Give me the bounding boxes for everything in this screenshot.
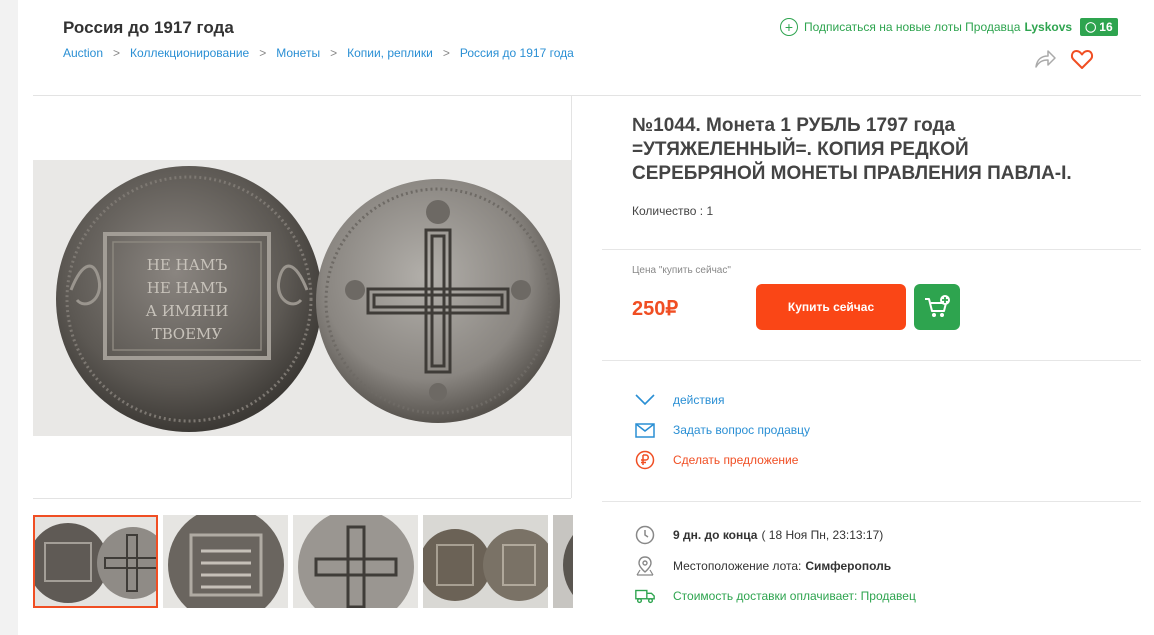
- seller-rating: 16: [1099, 20, 1113, 34]
- ask-seller-link[interactable]: Задать вопрос продавцу: [634, 420, 810, 440]
- divider: [33, 498, 571, 499]
- price-label: Цена "купить сейчас": [632, 265, 731, 276]
- location-value: Симферополь: [805, 559, 892, 573]
- price-value: 250₽: [632, 298, 679, 320]
- user-icon: ◯: [1085, 21, 1097, 33]
- location-row: Местоположение лота: Симферополь: [634, 555, 891, 577]
- inscription-line: НЕ НАМЪ: [147, 256, 228, 274]
- breadcrumb-coins[interactable]: Монеты: [276, 46, 320, 60]
- breadcrumb-russia-1917[interactable]: Россия до 1917 года: [460, 46, 574, 60]
- buy-now-button[interactable]: Купить сейчас: [756, 284, 906, 330]
- location-label: Местоположение лота:: [673, 559, 802, 573]
- thumbnail-3[interactable]: [293, 515, 418, 608]
- actions-dropdown[interactable]: действия: [634, 390, 724, 410]
- time-left-row: 9 дн. до конца ( 18 Ноя Пн, 23:13:17): [634, 524, 883, 546]
- breadcrumb-separator: >: [113, 46, 121, 60]
- breadcrumb: Auction > Коллекционирование > Монеты > …: [63, 46, 574, 60]
- thumbnail-2[interactable]: [163, 515, 288, 608]
- actions-label: действия: [673, 393, 725, 407]
- subscribe-seller-link[interactable]: + Подписаться на новые лоты Продавца Lys…: [780, 18, 1118, 36]
- thumbnail-strip: [33, 515, 573, 608]
- subscribe-label: Подписаться на новые лоты Продавца: [804, 20, 1021, 34]
- breadcrumb-copies[interactable]: Копии, реплики: [347, 46, 433, 60]
- plus-circle-icon: +: [780, 18, 798, 36]
- chevron-down-icon: [634, 390, 656, 410]
- breadcrumb-auction[interactable]: Auction: [63, 46, 103, 60]
- delivery-row: Стоимость доставки оплачивает: Продавец: [634, 585, 916, 607]
- main-lot-image[interactable]: НЕ НАМЪ НЕ НАМЪ А ИМЯНИ ТВОЕМУ: [33, 160, 571, 436]
- thumbnail-5[interactable]: [553, 515, 573, 608]
- ruble-circle-icon: [634, 450, 656, 470]
- quantity-label: Количество : 1: [632, 204, 714, 218]
- share-icon[interactable]: [1033, 48, 1057, 70]
- thumbnail-4[interactable]: [423, 515, 548, 608]
- breadcrumb-separator: >: [259, 46, 267, 60]
- cart-plus-icon: [925, 295, 950, 317]
- clock-icon: [634, 524, 656, 546]
- seller-rating-badge: ◯ 16: [1080, 18, 1118, 36]
- inscription-line: ТВОЕМУ: [152, 325, 223, 343]
- thumbnail-1[interactable]: [33, 515, 158, 608]
- inscription-line: А ИМЯНИ: [146, 302, 229, 320]
- breadcrumb-collecting[interactable]: Коллекционирование: [130, 46, 249, 60]
- page-title: Россия до 1917 года: [63, 18, 234, 37]
- ask-seller-label: Задать вопрос продавцу: [673, 423, 811, 437]
- make-offer-label: Сделать предложение: [673, 453, 799, 467]
- divider: [571, 96, 572, 498]
- end-date: ( 18 Ноя Пн, 23:13:17): [761, 528, 884, 542]
- breadcrumb-separator: >: [442, 46, 450, 60]
- inscription-line: НЕ НАМЪ: [147, 279, 228, 297]
- add-to-cart-button[interactable]: [914, 284, 960, 330]
- divider: [602, 360, 1141, 361]
- truck-icon: [634, 585, 656, 607]
- divider: [33, 95, 1141, 96]
- time-left: 9 дн. до конца: [673, 528, 758, 542]
- lot-title: №1044. Монета 1 РУБЛЬ 1797 года =УТЯЖЕЛЕ…: [632, 115, 1072, 184]
- delivery-label: Стоимость доставки оплачивает: Продавец: [673, 589, 916, 603]
- divider: [602, 501, 1141, 502]
- heart-icon[interactable]: [1070, 48, 1094, 70]
- make-offer-link[interactable]: Сделать предложение: [634, 450, 798, 470]
- breadcrumb-separator: >: [330, 46, 338, 60]
- map-pin-icon: [634, 555, 656, 577]
- divider: [602, 249, 1141, 250]
- envelope-icon: [634, 420, 656, 440]
- seller-name[interactable]: Lyskovs: [1024, 20, 1072, 34]
